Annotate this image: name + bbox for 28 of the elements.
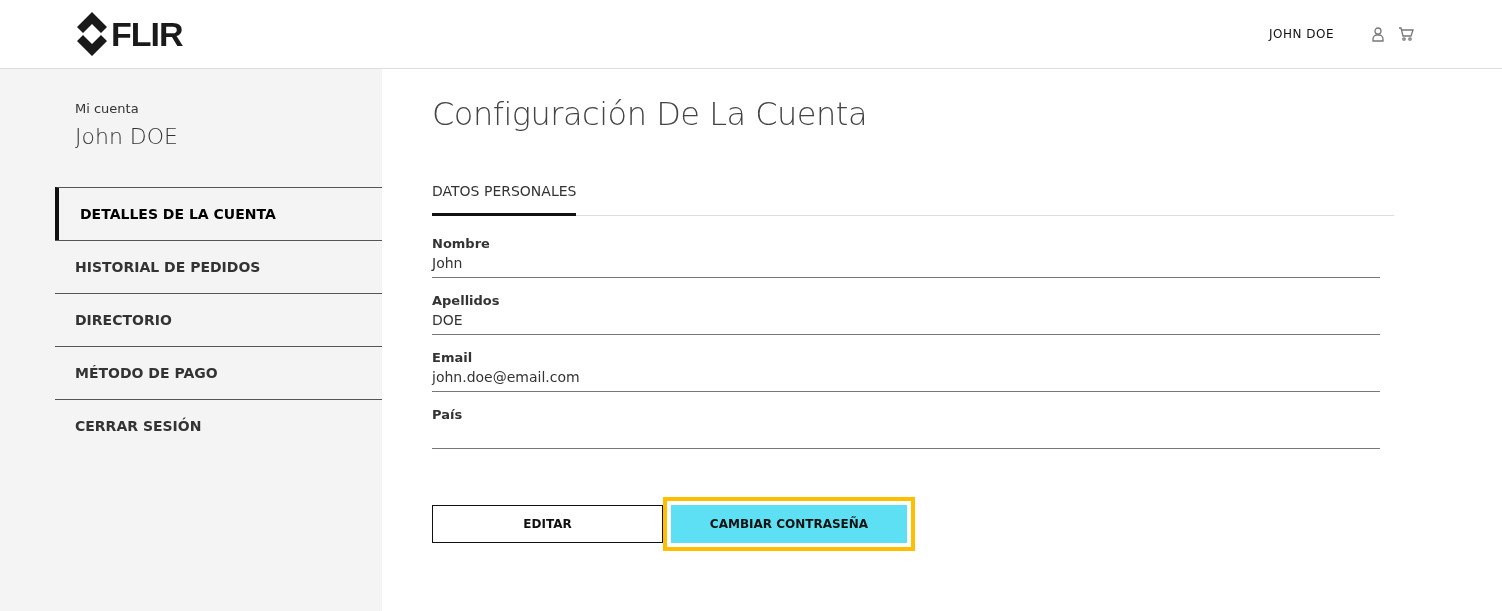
sidebar-item[interactable]: DETALLES DE LA CUENTA	[55, 187, 382, 240]
form-field[interactable]: Apellidos DOE	[432, 293, 1380, 335]
sidebar-item[interactable]: CERRAR SESIÓN	[55, 399, 382, 452]
logo-text: FLIR	[111, 14, 183, 54]
field-label: Apellidos	[432, 293, 501, 308]
field-label: Nombre	[432, 236, 491, 251]
sidebar-item[interactable]: MÉTODO DE PAGO	[55, 346, 382, 399]
cart-icon[interactable]	[1398, 26, 1414, 42]
account-caption: Mi cuenta	[75, 101, 140, 116]
field-label: País	[432, 407, 464, 422]
diamond-logo-icon	[75, 12, 109, 56]
tab[interactable]: DATOS PERSONALES	[432, 183, 577, 216]
field-value: DOE	[432, 312, 464, 330]
user-icon[interactable]	[1370, 26, 1386, 42]
form-field[interactable]: Email john.doe@email.com	[432, 350, 1380, 392]
user-name[interactable]: JOHN DOE	[1268, 27, 1334, 41]
action-button[interactable]: EDITAR	[432, 505, 663, 543]
action-button[interactable]: CAMBIAR CONTRASEÑA	[671, 505, 907, 543]
account-name: John DOE	[75, 124, 179, 149]
field-value: John	[432, 255, 464, 273]
form-field[interactable]: País	[432, 407, 1380, 449]
page-title: Configuración De La Cuenta	[432, 95, 868, 133]
logo[interactable]: FLIR	[75, 12, 183, 56]
field-label: Email	[432, 350, 474, 365]
sidebar-item[interactable]: DIRECTORIO	[55, 293, 382, 346]
sidebar-item[interactable]: HISTORIAL DE PEDIDOS	[55, 240, 382, 293]
form-field[interactable]: Nombre John	[432, 236, 1380, 278]
field-value: john.doe@email.com	[432, 369, 581, 387]
